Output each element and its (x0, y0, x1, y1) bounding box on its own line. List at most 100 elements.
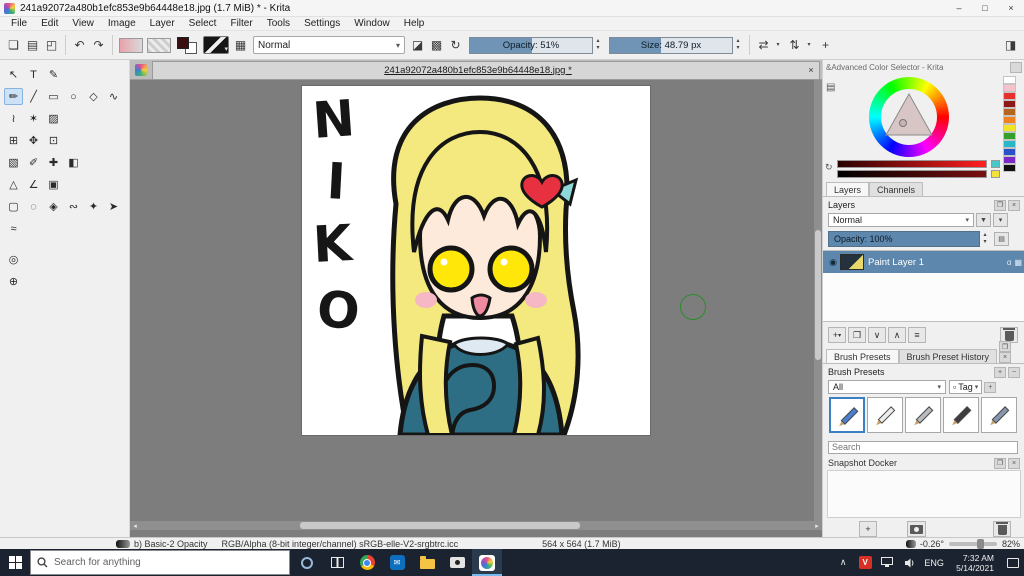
brush-preset-tile[interactable] (829, 397, 865, 433)
gradient-chooser[interactable] (119, 37, 143, 53)
mail-taskbar-button[interactable]: ✉ (382, 549, 412, 576)
menu-help[interactable]: Help (397, 18, 432, 29)
alpha-lock-icon[interactable]: ▦ (1014, 258, 1022, 267)
move-layer-up-button[interactable]: ∧ (888, 327, 906, 343)
create-snapshot-button[interactable]: + (859, 521, 877, 537)
float-docker-icon[interactable]: ❐ (994, 199, 1006, 211)
layer-row-paint-layer-1[interactable]: ◉ Paint Layer 1 α ▦ (823, 251, 1024, 273)
tag-toggle-button[interactable]: ▫ Tag ▾ (949, 380, 983, 394)
clock[interactable]: 7:32 AM 5/14/2021 (948, 553, 1002, 573)
tool-gradient-icon[interactable]: ▧ (4, 154, 23, 171)
recent-color-swatch[interactable] (991, 160, 1000, 168)
foreground-color-swatch[interactable] (177, 36, 189, 49)
swatch[interactable] (1003, 76, 1016, 84)
refresh-history-icon[interactable]: ↻ (825, 162, 833, 173)
tool-polygon-icon[interactable]: ◇ (84, 88, 103, 105)
document-tab[interactable]: 241a92072a480b1efc853e9b64448e18.jpg * × (152, 60, 820, 79)
pattern-chooser[interactable] (147, 37, 171, 53)
tool-rectangle-icon[interactable]: ▭ (44, 88, 63, 105)
tool-move-icon[interactable]: ✥ (24, 132, 43, 149)
layer-filter-options-icon[interactable]: ▾ (993, 213, 1008, 227)
menu-edit[interactable]: Edit (34, 18, 65, 29)
vertical-scrollbar[interactable] (814, 80, 822, 521)
tab-brush-presets[interactable]: Brush Presets (826, 349, 899, 363)
blending-mode-select[interactable]: Normal ▾ (253, 36, 405, 54)
zoom-slider-thumb[interactable] (976, 538, 984, 549)
tool-select-bezier-icon[interactable]: ➤ (104, 198, 123, 215)
vertical-scrollbar-thumb[interactable] (815, 230, 821, 360)
file-explorer-taskbar-button[interactable] (412, 549, 442, 576)
save-document-icon[interactable]: ◰ (42, 36, 61, 55)
eraser-mode-icon[interactable]: ◪ (408, 36, 427, 55)
tool-select-shapes-icon[interactable]: ↖ (4, 66, 23, 83)
opacity-slider[interactable]: Opacity: 51% (469, 36, 593, 54)
tab-close-icon[interactable]: × (803, 65, 819, 75)
workspace-chooser-icon[interactable]: ◨ (1001, 36, 1020, 55)
action-center-button[interactable] (1002, 549, 1024, 576)
layer-filter-icon[interactable]: ▼ (976, 213, 991, 227)
layer-blending-mode-select[interactable]: Normal ▾ (828, 213, 974, 227)
tab-channels[interactable]: Channels (869, 182, 924, 196)
preserve-alpha-icon[interactable]: ▩ (427, 36, 446, 55)
layer-visibility-icon[interactable]: ◉ (826, 257, 840, 268)
horizontal-scrollbar-thumb[interactable] (300, 522, 580, 529)
close-button[interactable]: × (998, 0, 1024, 17)
brush-tag-filter-select[interactable]: All ▾ (828, 380, 946, 394)
swatch[interactable] (1003, 108, 1016, 116)
brush-preview-icon[interactable] (116, 539, 130, 548)
tab-layers[interactable]: Layers (826, 182, 870, 196)
brush-preset-tile[interactable] (981, 397, 1017, 433)
add-layer-button[interactable]: + ▾ (828, 327, 846, 343)
swatch[interactable] (1003, 84, 1016, 92)
close-docker-icon[interactable]: × (999, 352, 1012, 363)
tool-measure-icon[interactable]: ∠ (24, 176, 43, 193)
show-hidden-icons-button[interactable]: ∧ (832, 549, 854, 576)
color-wheel[interactable] (869, 77, 949, 157)
tool-select-freehand-icon[interactable]: ∾ (64, 198, 83, 215)
canvas-viewport[interactable]: N I K O (130, 80, 814, 521)
menu-window[interactable]: Window (347, 18, 397, 29)
menu-tools[interactable]: Tools (260, 18, 297, 29)
mirror-vertical-options[interactable]: ▾ (804, 37, 814, 54)
duplicate-layer-button[interactable]: ❐ (848, 327, 866, 343)
tool-dynamic-brush-icon[interactable]: ≀ (4, 110, 23, 127)
canvas-rotation-value[interactable]: -0.26° (920, 539, 944, 549)
menu-settings[interactable]: Settings (297, 18, 347, 29)
tool-transform-icon[interactable]: ⊞ (4, 132, 23, 149)
horizontal-scrollbar[interactable]: ◂ ▸ (130, 521, 822, 530)
swatch[interactable] (1003, 100, 1016, 108)
layer-opacity-slider[interactable]: Opacity: 100% (828, 231, 980, 247)
brush-preset-tile[interactable] (905, 397, 941, 433)
tool-color-sampler-icon[interactable]: ✐ (24, 154, 43, 171)
layer-view-mode-icon[interactable]: ▤ (994, 232, 1009, 246)
tool-zoom-icon[interactable]: ◎ (4, 251, 23, 268)
tool-freehand-brush-icon[interactable]: ✏ (4, 88, 23, 105)
menu-view[interactable]: View (65, 18, 101, 29)
mirror-horizontal-icon[interactable]: ⇄ (754, 36, 773, 55)
layer-properties-button[interactable]: ≡ (908, 327, 926, 343)
menu-image[interactable]: Image (101, 18, 143, 29)
brush-presets-icon[interactable]: ▦ (231, 36, 250, 55)
tool-multibrush-icon[interactable]: ✶ (24, 110, 43, 127)
tool-polyline-icon[interactable]: ∿ (104, 88, 123, 105)
tool-line-icon[interactable]: ╱ (24, 88, 43, 105)
swatch[interactable] (1003, 140, 1016, 148)
task-view-button[interactable] (322, 549, 352, 576)
chrome-taskbar-button[interactable] (352, 549, 382, 576)
color-triangle[interactable] (881, 89, 937, 145)
language-indicator[interactable]: ENG (920, 549, 948, 576)
docker-settings-button[interactable] (1010, 62, 1022, 73)
float-docker-icon[interactable]: ❐ (994, 457, 1006, 469)
zoom-level-value[interactable]: 82% (1002, 539, 1020, 549)
snapshot-docker-header[interactable]: Snapshot Docker ❐ × (823, 457, 1024, 469)
opacity-spinner[interactable]: ▴ ▾ (593, 37, 603, 54)
switch-to-snapshot-button[interactable] (907, 521, 926, 537)
start-button[interactable] (0, 549, 30, 576)
mirror-horizontal-options[interactable]: ▾ (773, 37, 783, 54)
minimize-button[interactable]: – (946, 0, 972, 17)
swatch[interactable] (1003, 116, 1016, 124)
menu-file[interactable]: File (4, 18, 34, 29)
krita-taskbar-button[interactable] (472, 549, 502, 576)
reload-preset-icon[interactable]: ↻ (446, 36, 465, 55)
brush-search-input[interactable] (828, 440, 1018, 454)
